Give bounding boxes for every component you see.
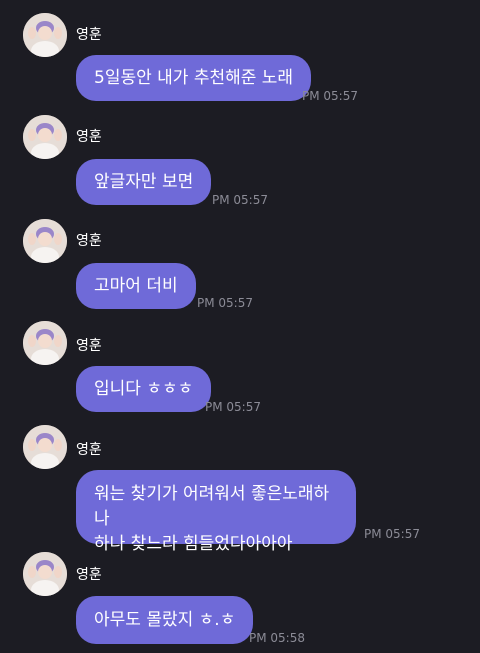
avatar[interactable] xyxy=(23,219,67,263)
sender-name: 영훈 xyxy=(76,567,102,583)
message-timestamp: PM 05:57 xyxy=(364,527,420,541)
message-timestamp: PM 05:57 xyxy=(205,400,261,414)
avatar[interactable] xyxy=(23,13,67,57)
message-bubble[interactable]: 입니다 ㅎㅎㅎ xyxy=(76,366,212,412)
sender-name: 영훈 xyxy=(76,338,102,354)
avatar[interactable] xyxy=(23,321,67,365)
message-bubble[interactable]: 5일동안 내가 추천해준 노래 xyxy=(76,55,312,101)
message-timestamp: PM 05:58 xyxy=(249,631,305,645)
message-bubble[interactable]: 아무도 몰랐지 ㅎ.ㅎ xyxy=(76,596,254,644)
message-timestamp: PM 05:57 xyxy=(302,89,358,103)
profile-photo-icon xyxy=(23,321,67,365)
message-bubble[interactable]: 고마어 더비 xyxy=(76,263,196,309)
message-timestamp: PM 05:57 xyxy=(212,193,268,207)
sender-name: 영훈 xyxy=(76,129,102,145)
avatar[interactable] xyxy=(23,552,67,596)
profile-photo-icon xyxy=(23,552,67,596)
sender-name: 영훈 xyxy=(76,233,102,249)
avatar[interactable] xyxy=(23,425,67,469)
profile-photo-icon xyxy=(23,219,67,263)
profile-photo-icon xyxy=(23,425,67,469)
profile-photo-icon xyxy=(23,115,67,159)
sender-name: 영훈 xyxy=(76,442,102,458)
message-timestamp: PM 05:57 xyxy=(197,296,253,310)
profile-photo-icon xyxy=(23,13,67,57)
message-bubble[interactable]: 워는 찾기가 어려워서 좋은노래하나 하나 찾느라 힘들었다아아아 xyxy=(76,470,356,554)
message-bubble[interactable]: 앞글자만 보면 xyxy=(76,159,212,205)
avatar[interactable] xyxy=(23,115,67,159)
sender-name: 영훈 xyxy=(76,27,102,43)
chat-window: 영훈 5일동안 내가 추천해준 노래 PM 05:57 영훈 앞글자만 보면 P… xyxy=(0,0,480,653)
